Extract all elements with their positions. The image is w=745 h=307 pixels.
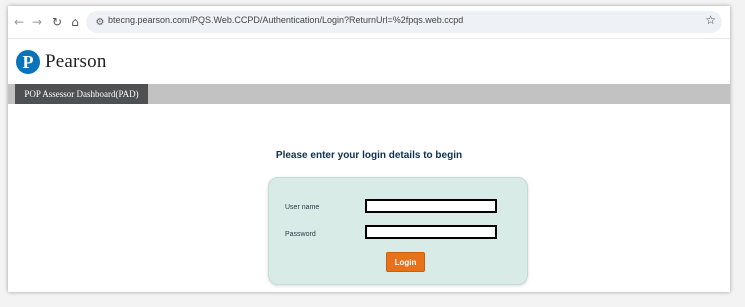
password-input[interactable] [365,225,497,239]
nav-strip: POP Assessor Dashboard(PAD) [8,84,730,104]
tab-pop-assessor-dashboard[interactable]: POP Assessor Dashboard(PAD) [15,84,148,104]
home-icon[interactable]: ⌂ [66,13,84,31]
url-text[interactable]: btecng.pearson.com/PQS.Web.CCPD/Authenti… [108,15,463,25]
site-info-icon[interactable]: ⚙ [92,14,108,30]
address-bar[interactable]: ⚙ btecng.pearson.com/PQS.Web.CCPD/Authen… [86,11,722,33]
reload-icon[interactable]: ↻ [48,13,66,31]
login-panel: User name Password Login [268,177,528,285]
pearson-logo[interactable]: P Pearson [16,50,107,74]
username-label: User name [285,204,320,211]
password-label: Password [285,231,316,238]
username-input[interactable] [365,199,497,213]
browser-window: ← → ↻ ⌂ ⚙ btecng.pearson.com/PQS.Web.CCP… [8,6,730,292]
login-heading: Please enter your login details to begin [275,150,463,161]
login-button[interactable]: Login [386,252,425,272]
bookmark-star-icon[interactable]: ☆ [705,13,716,27]
browser-toolbar: ← → ↻ ⌂ ⚙ btecng.pearson.com/PQS.Web.CCP… [8,6,730,39]
pearson-logo-text: Pearson [45,51,107,72]
pearson-logo-mark: P [16,50,40,74]
forward-arrow-icon[interactable]: → [28,13,46,31]
back-arrow-icon[interactable]: ← [10,13,28,31]
